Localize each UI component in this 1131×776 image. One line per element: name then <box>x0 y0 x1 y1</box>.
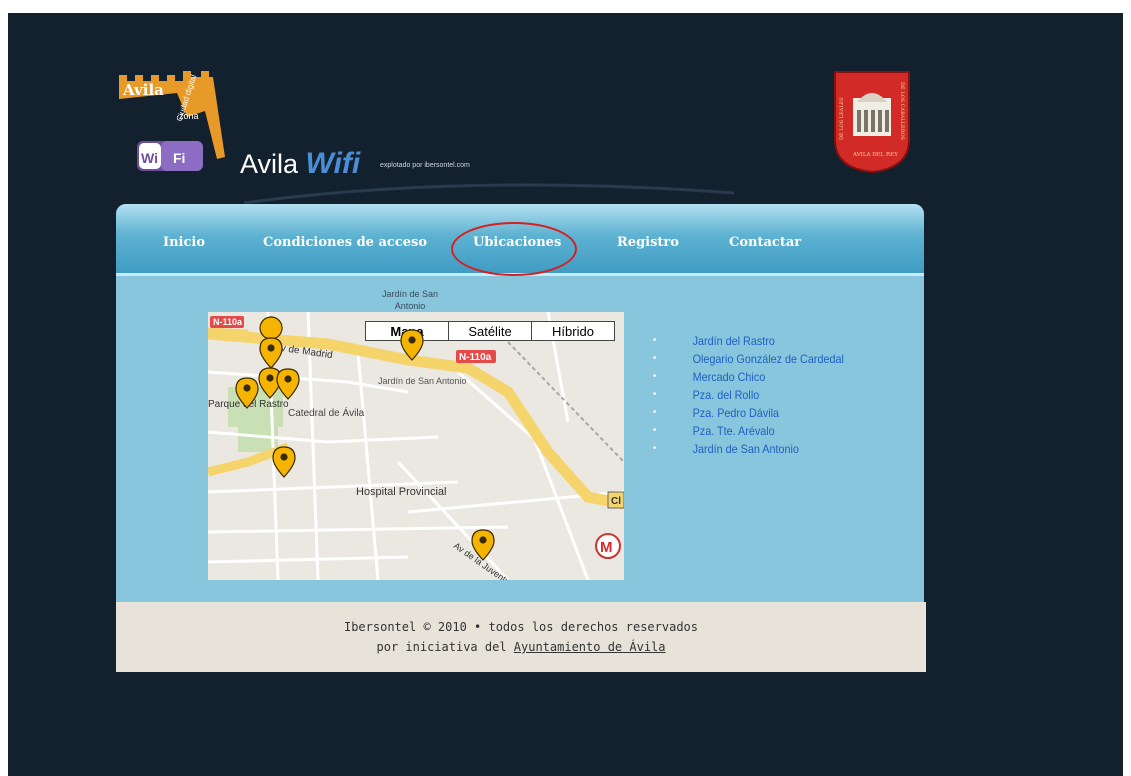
page-footer: Ibersontel © 2010 • todos los derechos r… <box>116 602 926 672</box>
footer-initiative-text: por iniciativa del <box>376 640 514 654</box>
list-item[interactable]: • Pza. Tte. Arévalo <box>653 422 844 440</box>
bullet-icon: • <box>653 407 657 418</box>
map-marker-icon <box>400 329 424 361</box>
list-item[interactable]: • Jardín del Rastro <box>653 332 844 350</box>
list-item[interactable]: • Pza. del Rollo <box>653 386 844 404</box>
map-marker-icon <box>235 377 259 409</box>
bullet-icon: • <box>653 425 657 436</box>
list-item[interactable]: • Olegario González de Cardedal <box>653 350 844 368</box>
page-background: Avila Ciudad digital zona Wi Fi Avila Wi… <box>8 13 1123 776</box>
nav-registro[interactable]: Registro <box>617 235 679 250</box>
locations-list: • Jardín del Rastro • Olegario González de… <box>653 332 865 458</box>
map-label-top: Jardín de San Antonio <box>381 289 439 311</box>
bullet-icon: • <box>653 389 657 400</box>
svg-text:AVILA DEL REY: AVILA DEL REY <box>852 152 898 158</box>
main-navigation: Inicio Condiciones de acceso Ubicaciones… <box>116 204 924 276</box>
list-item[interactable]: • Mercado Chico <box>653 368 844 386</box>
bullet-icon: • <box>653 443 657 454</box>
nav-contactar[interactable]: Contactar <box>729 235 801 250</box>
map-marker-icon <box>276 368 300 400</box>
list-item[interactable]: • Jardín de San Antonio <box>653 440 844 458</box>
svg-text:DE LOS LEALES: DE LOS LEALES <box>839 97 845 140</box>
map-marker-icon <box>272 446 296 478</box>
nav-inicio[interactable]: Inicio <box>163 235 205 250</box>
svg-text:zona: zona <box>179 111 199 121</box>
coat-of-arms-icon: DE LOS LEALES DE LOS CABALLEROS AVILA DE… <box>834 71 910 174</box>
bullet-icon: • <box>653 335 657 346</box>
svg-text:Fi: Fi <box>173 150 185 166</box>
svg-text:Avila: Avila <box>122 81 164 99</box>
footer-copyright: Ibersontel © 2010 • todos los derechos r… <box>343 620 698 634</box>
locations-map[interactable]: N-110a N-110a Av de Madrid Jardín de San… <box>208 312 624 580</box>
map-markers <box>235 316 495 561</box>
bullet-icon: • <box>653 371 657 382</box>
svg-text:Wi: Wi <box>141 150 158 166</box>
avila-wifi-logo: Avila Ciudad digital zona Wi Fi <box>119 71 225 171</box>
highlight-circle <box>451 222 577 276</box>
ayuntamiento-link[interactable]: Ayuntamiento de Ávila <box>514 640 666 654</box>
list-item[interactable]: • Pza. Pedro Dávila <box>653 404 844 422</box>
nav-condiciones-de-acceso[interactable]: Condiciones de acceso <box>263 235 427 250</box>
footer-initiative: por iniciativa del Ayuntamiento de Ávila <box>116 640 926 654</box>
map-marker-icon <box>471 529 495 561</box>
site-subtitle: explotado por ibersontel.com <box>380 162 470 169</box>
bullet-icon: • <box>653 353 657 364</box>
map-marker-icon <box>259 316 283 370</box>
svg-text:DE LOS CABALLEROS: DE LOS CABALLEROS <box>899 82 905 141</box>
